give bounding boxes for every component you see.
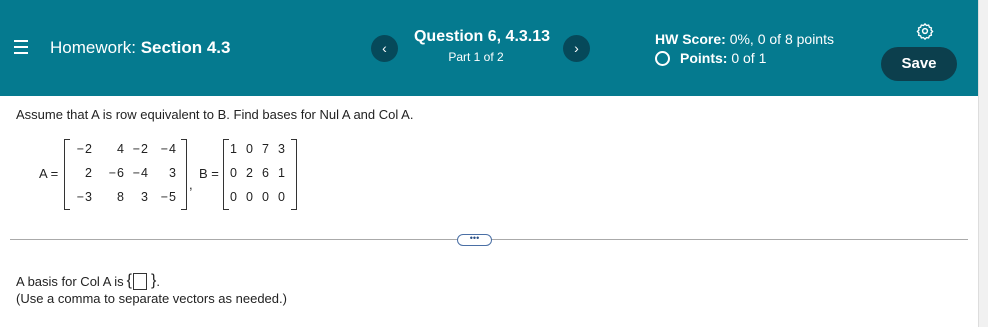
answer-note: (Use a comma to separate vectors as need…	[16, 291, 287, 306]
points-value: 0 of 1	[731, 50, 767, 66]
matrix-b: 1 0 7 3 0 2 6 1 0 0 0 0	[223, 139, 297, 210]
open-brace: {	[126, 272, 133, 289]
points-circle-icon	[655, 50, 670, 66]
hw-score-label: HW Score:	[655, 31, 726, 47]
save-button[interactable]: Save	[881, 47, 957, 81]
question-part: Part 1 of 2	[448, 50, 504, 64]
page-scrollbar[interactable]	[978, 0, 988, 327]
matrix-b-cell: 0	[230, 166, 238, 180]
next-question-button[interactable]: ›	[563, 35, 590, 62]
matrix-a-cell: 4	[117, 142, 125, 156]
homework-title: Homework: Section 4.3	[50, 38, 230, 58]
matrix-b-cell: 0	[230, 190, 238, 204]
expand-more-button[interactable]: •••	[457, 234, 492, 246]
hamburger-menu-icon[interactable]	[14, 40, 28, 54]
matrix-a-cell: −3	[76, 190, 93, 204]
matrix-a-cell: 8	[117, 190, 125, 204]
matrix-a-cell: −4	[132, 166, 149, 180]
matrix-a-cell: −6	[108, 166, 125, 180]
matrix-a-cell: −4	[160, 142, 177, 156]
gear-icon[interactable]	[916, 22, 934, 40]
matrix-a: −2 4 −2 −4 2 −6 −4 3 −3 8 3 −5	[64, 139, 187, 210]
matrix-b-label: B =	[199, 166, 219, 181]
matrix-b-cell: 2	[246, 166, 254, 180]
matrix-a-label: A =	[39, 166, 59, 181]
matrix-b-cell: 1	[278, 166, 286, 180]
matrix-a-cell: 2	[85, 166, 93, 180]
col-a-basis-input[interactable]	[133, 272, 148, 290]
matrix-a-cell: −5	[160, 190, 177, 204]
question-title: Question 6, 4.3.13	[413, 28, 551, 45]
matrix-b-cell: 1	[230, 142, 238, 156]
points-status: Points: 0 of 1	[655, 50, 766, 66]
matrix-a-cell: 3	[169, 166, 177, 180]
section-label: Section 4.3	[140, 38, 231, 57]
matrix-b-cell: 6	[262, 166, 270, 180]
matrix-a-cell: 3	[141, 190, 149, 204]
matrix-b-cell: 0	[246, 142, 254, 156]
matrix-b-cell: 0	[262, 190, 270, 204]
answer-prefix: A basis for Col A is	[16, 273, 124, 289]
hw-score: HW Score: 0%, 0 of 8 points	[655, 31, 834, 47]
matrix-a-cell: −2	[76, 142, 93, 156]
problem-prompt: Assume that A is row equivalent to B. Fi…	[16, 107, 414, 122]
previous-question-button[interactable]: ‹	[371, 35, 398, 62]
answer-line: A basis for Col A is { } .	[16, 272, 160, 290]
answer-suffix: .	[156, 273, 160, 289]
matrix-separator: ,	[189, 177, 193, 192]
matrix-b-cell: 0	[278, 190, 286, 204]
matrix-b-cell: 0	[246, 190, 254, 204]
hw-score-value: 0%, 0 of 8 points	[729, 31, 834, 47]
top-header: Homework: Section 4.3 ‹ Question 6, 4.3.…	[0, 0, 978, 96]
matrix-a-cell: −2	[132, 142, 149, 156]
matrix-b-cell: 3	[278, 142, 286, 156]
matrix-b-cell: 7	[262, 142, 270, 156]
points-label: Points:	[680, 50, 728, 66]
homework-label: Homework:	[50, 38, 136, 57]
